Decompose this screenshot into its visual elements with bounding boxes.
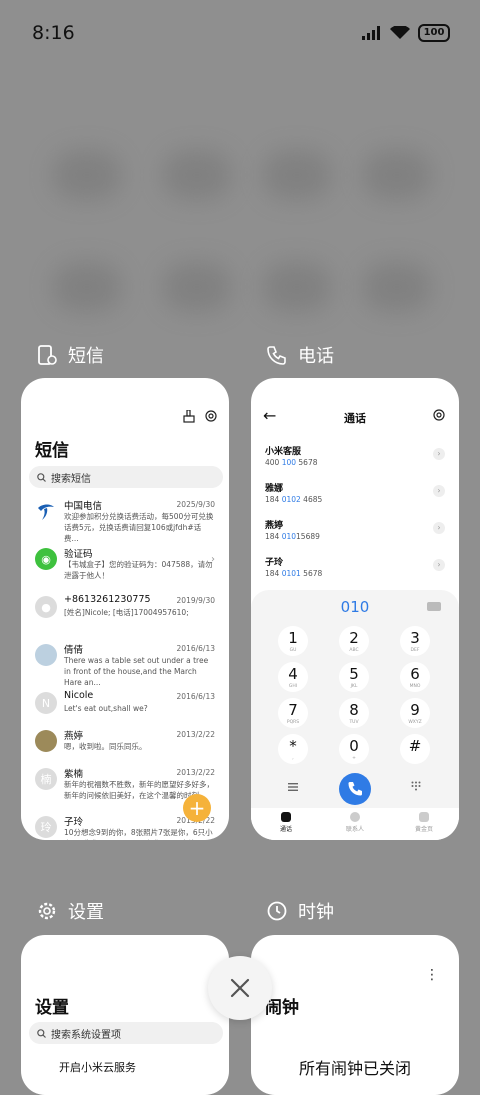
app-label-sms-text: 短信	[68, 346, 104, 367]
dial-key-0[interactable]: 0 +	[339, 734, 369, 764]
list-item[interactable]: 子玲 184 0101 5678 ›	[251, 553, 459, 590]
dial-key-hash[interactable]: #	[400, 734, 430, 764]
person-tab-icon	[350, 812, 360, 822]
avatar	[35, 730, 57, 752]
call-button[interactable]	[339, 773, 371, 805]
sms-toolbar	[183, 410, 217, 423]
phone-handset-icon	[348, 782, 362, 796]
status-time: 8:16	[32, 22, 75, 44]
settings-gear-icon[interactable]	[433, 409, 445, 421]
dial-key-5[interactable]: 5 JKL	[339, 662, 369, 692]
china-telecom-logo	[35, 500, 57, 522]
phone-app-icon	[267, 346, 286, 365]
phone-header: ← 通话	[251, 406, 459, 430]
dial-key-star[interactable]: *,	[278, 734, 308, 764]
message-bubble-icon: ◉	[35, 548, 57, 570]
phone-tab-bar: 通话 联系人 黄金页	[251, 808, 459, 840]
sms-search-bar[interactable]: 搜索短信	[29, 466, 223, 488]
tab-yellow-pages[interactable]: 黄金页	[394, 812, 454, 833]
alarms-empty-text: 所有闹钟已关闭	[298, 1059, 411, 1078]
wifi-icon	[390, 26, 410, 39]
avatar-initial: 楠	[35, 768, 57, 790]
phone-title: 通话	[344, 412, 366, 425]
more-options-icon[interactable]: ⋮	[425, 967, 439, 983]
menu-icon[interactable]	[288, 783, 298, 791]
chevron-right-icon[interactable]: ›	[433, 448, 445, 460]
dial-key-1[interactable]: 1 GU	[278, 626, 308, 656]
list-item[interactable]: 燕婷 184 01015689 ›	[251, 516, 459, 553]
clock-app-icon	[267, 901, 287, 921]
list-item[interactable]: ◉ 验证码 › 【韦城盒子】您的验证码为：047588，请勿泄露于他人！	[21, 544, 229, 592]
search-icon	[37, 1028, 46, 1038]
close-icon	[230, 978, 250, 998]
status-bar: 8:16 100	[0, 0, 480, 64]
list-item[interactable]: 燕婷 2013/2/22 嗯，收到啦。同乐同乐。	[21, 726, 229, 764]
app-label-phone[interactable]: 电话	[266, 342, 334, 368]
broom-icon[interactable]	[183, 410, 195, 423]
sms-app-card[interactable]: 短信 搜索短信 中国电信 2025/9/30 欢迎参加积分兑换话费活动，每500…	[21, 378, 229, 840]
pages-tab-icon	[419, 812, 429, 822]
sms-app-icon	[38, 345, 57, 365]
settings-gear-icon[interactable]	[205, 410, 217, 422]
chevron-right-icon[interactable]: ›	[433, 559, 445, 571]
close-all-button[interactable]	[208, 956, 272, 1020]
list-item[interactable]: 雅娜 184 0102 4685 ›	[251, 479, 459, 516]
tab-contacts[interactable]: 联系人	[325, 812, 385, 833]
phone-tab-icon	[281, 812, 291, 822]
settings-title: 设置	[35, 998, 69, 1018]
list-item[interactable]: 倩倩 2016/6/13 There was a table set out u…	[21, 640, 229, 688]
signal-icon	[362, 26, 380, 40]
tab-calls[interactable]: 通话	[256, 812, 316, 833]
app-label-clock-text: 时钟	[298, 902, 334, 923]
avatar-initial: 玲	[35, 816, 57, 838]
sms-search-placeholder: 搜索短信	[51, 473, 91, 485]
chevron-right-icon[interactable]: ›	[433, 485, 445, 497]
avatar	[35, 644, 57, 666]
dial-key-6[interactable]: 6 MNO	[400, 662, 430, 692]
dial-key-9[interactable]: 9 WXYZ	[400, 698, 430, 728]
settings-search-bar[interactable]: 搜索系统设置项	[29, 1022, 223, 1044]
app-label-settings-text: 设置	[68, 902, 104, 923]
search-icon	[37, 472, 46, 482]
clock-app-card[interactable]: ⋮ 闹钟 所有闹钟已关闭	[251, 935, 459, 1095]
list-item[interactable]: ● +8613261230775 2019/9/30 [姓名]Nicole; […	[21, 592, 229, 640]
person-avatar-icon: ●	[35, 596, 57, 618]
app-label-clock[interactable]: 时钟	[266, 898, 334, 924]
contact-suggestions: 小米客服 400 100 5678 › 雅娜 184 0102 4685 › 燕…	[251, 442, 459, 590]
list-item[interactable]: N Nicole 2016/6/13 Let's eat out,shall w…	[21, 688, 229, 726]
settings-app-card[interactable]: 设置 搜索系统设置项 开启小米云服务	[21, 935, 229, 1095]
app-label-sms[interactable]: 短信	[36, 342, 104, 368]
new-message-button[interactable]: +	[183, 794, 211, 822]
list-item[interactable]: 中国电信 2025/9/30 欢迎参加积分兑换话费活动，每500分可兑换话费5元…	[21, 496, 229, 544]
settings-search-placeholder: 搜索系统设置项	[51, 1029, 121, 1041]
dial-key-2[interactable]: 2 ABC	[339, 626, 369, 656]
dial-key-8[interactable]: 8 TUV	[339, 698, 369, 728]
chevron-right-icon[interactable]: ›	[433, 522, 445, 534]
avatar-initial: N	[35, 692, 57, 714]
dialpad: 010 1 GU 2 ABC 3 DEF 4 GHI 5 JKL 6 MNO 7 PQRS 8…	[251, 590, 459, 840]
gear-app-icon	[38, 902, 56, 920]
settings-row-mi-cloud[interactable]: 开启小米云服务	[59, 1059, 136, 1075]
dial-key-7[interactable]: 7 PQRS	[278, 698, 308, 728]
list-item[interactable]: 小米客服 400 100 5678 ›	[251, 442, 459, 479]
dial-key-3[interactable]: 3 DEF	[400, 626, 430, 656]
battery-indicator: 100	[418, 24, 450, 42]
sms-title: 短信	[35, 441, 69, 461]
keypad-toggle-icon[interactable]	[411, 781, 421, 791]
sms-message-list: 中国电信 2025/9/30 欢迎参加积分兑换话费活动，每500分可兑换话费5元…	[21, 496, 229, 840]
phone-app-card[interactable]: ← 通话 小米客服 400 100 5678 › 雅娜 184 0102 468…	[251, 378, 459, 840]
app-label-phone-text: 电话	[298, 346, 334, 367]
dial-key-4[interactable]: 4 GHI	[278, 662, 308, 692]
app-label-settings[interactable]: 设置	[36, 898, 104, 924]
backspace-icon[interactable]	[427, 602, 441, 611]
status-icons: 100	[362, 24, 450, 42]
